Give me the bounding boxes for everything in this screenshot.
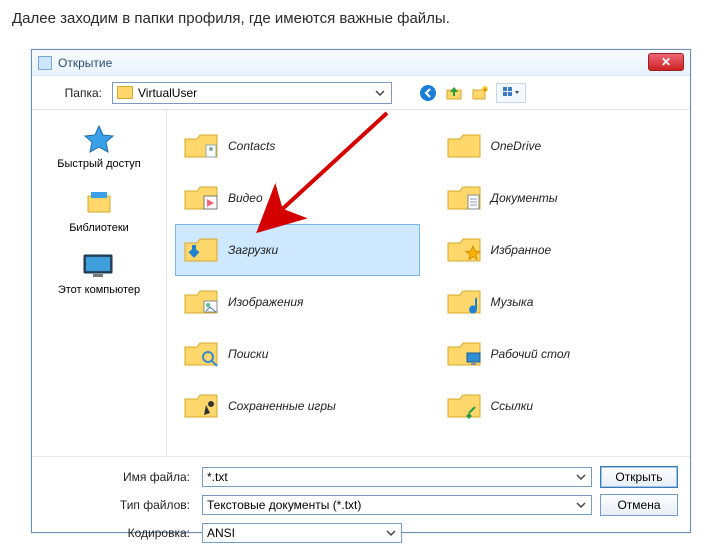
chevron-down-icon <box>373 86 387 100</box>
sidebar-item-libraries[interactable]: Библиотеки <box>69 188 129 234</box>
app-icon <box>38 56 52 70</box>
folder-item[interactable]: OneDrive <box>438 120 683 172</box>
new-folder-icon: ✦ <box>471 84 489 102</box>
folder-label: Ссылки <box>491 399 534 413</box>
folder-label: Изображения <box>228 295 303 309</box>
toolbar: Папка: VirtualUser ✦ <box>32 76 690 110</box>
folder-icon <box>184 391 218 421</box>
back-icon <box>419 84 437 102</box>
folder-icon <box>117 86 133 99</box>
folder-icon <box>447 391 481 421</box>
folder-icon <box>447 287 481 317</box>
folder-icon <box>447 183 481 213</box>
sidebar-item-label: Этот компьютер <box>58 284 140 296</box>
filetype-value: Текстовые документы (*.txt) <box>207 498 361 512</box>
folder-item[interactable]: Contacts <box>175 120 420 172</box>
cancel-button[interactable]: Отмена <box>600 494 678 516</box>
folder-icon <box>184 287 218 317</box>
sidebar: Быстрый доступ Библиотеки Этот компьютер <box>32 110 166 456</box>
folder-label: Сохраненные игры <box>228 399 336 413</box>
svg-text:✦: ✦ <box>482 87 487 94</box>
sidebar-item-quick-access[interactable]: Быстрый доступ <box>57 124 141 170</box>
folder-icon <box>184 235 218 265</box>
up-folder-icon <box>445 84 463 102</box>
folder-item[interactable]: Сохраненные игры <box>175 380 420 432</box>
folder-label: Поиски <box>228 347 268 361</box>
folder-item[interactable]: Музыка <box>438 276 683 328</box>
folder-label: Видео <box>228 191 263 205</box>
libraries-icon <box>82 188 116 218</box>
filename-input[interactable]: *.txt <box>202 467 592 487</box>
folder-item[interactable]: Поиски <box>175 328 420 380</box>
encoding-value: ANSI <box>207 526 235 540</box>
chevron-down-icon <box>574 470 588 484</box>
folder-icon <box>447 339 481 369</box>
intro-text: Далее заходим в папки профиля, где имеют… <box>12 10 701 27</box>
folder-dropdown-value: VirtualUser <box>138 86 197 100</box>
folder-icon <box>447 131 481 161</box>
folder-label: Музыка <box>491 295 534 309</box>
folder-label: Папка: <box>42 86 102 100</box>
star-icon <box>82 124 116 154</box>
back-button[interactable] <box>418 83 438 103</box>
folder-item[interactable]: Рабочий стол <box>438 328 683 380</box>
folder-item[interactable]: Документы <box>438 172 683 224</box>
folder-label: OneDrive <box>491 139 542 153</box>
chevron-down-icon <box>574 498 588 512</box>
encoding-dropdown[interactable]: ANSI <box>202 523 402 543</box>
folder-label: Документы <box>491 191 558 205</box>
folder-item[interactable]: Избранное <box>438 224 683 276</box>
open-button[interactable]: Открыть <box>600 466 678 488</box>
titlebar: Открытие ✕ <box>32 50 690 76</box>
up-button[interactable] <box>444 83 464 103</box>
folder-icon <box>184 183 218 213</box>
filetype-dropdown[interactable]: Текстовые документы (*.txt) <box>202 495 592 515</box>
encoding-label: Кодировка: <box>44 526 194 540</box>
open-file-dialog: Открытие ✕ Папка: VirtualUser ✦ <box>31 49 691 533</box>
folder-label: Загрузки <box>228 243 278 257</box>
folder-icon <box>184 131 218 161</box>
folder-dropdown[interactable]: VirtualUser <box>112 82 392 104</box>
filetype-label: Тип файлов: <box>44 498 194 512</box>
folder-item[interactable]: Видео <box>175 172 420 224</box>
close-button[interactable]: ✕ <box>648 53 684 71</box>
folder-item[interactable]: Загрузки <box>175 224 420 276</box>
views-button[interactable] <box>496 83 526 103</box>
folder-label: Contacts <box>228 139 275 153</box>
sidebar-item-label: Быстрый доступ <box>57 158 141 170</box>
new-folder-button[interactable]: ✦ <box>470 83 490 103</box>
filename-label: Имя файла: <box>44 470 194 484</box>
computer-icon <box>81 252 117 280</box>
filename-value: *.txt <box>207 470 228 484</box>
folder-icon <box>184 339 218 369</box>
folder-item[interactable]: Изображения <box>175 276 420 328</box>
folder-item[interactable]: Ссылки <box>438 380 683 432</box>
chevron-down-icon <box>384 526 398 540</box>
file-list: Contacts OneDrive Видео Документы Загрузки Из… <box>166 110 690 456</box>
folder-label: Избранное <box>491 243 552 257</box>
dialog-title: Открытие <box>58 56 112 70</box>
sidebar-item-this-pc[interactable]: Этот компьютер <box>58 252 140 296</box>
close-icon: ✕ <box>661 55 671 69</box>
folder-label: Рабочий стол <box>491 347 571 361</box>
bottom-panel: Имя файла: *.txt Открыть Тип файлов: Тек… <box>32 456 690 553</box>
folder-icon <box>447 235 481 265</box>
views-icon <box>502 86 520 100</box>
sidebar-item-label: Библиотеки <box>69 222 129 234</box>
